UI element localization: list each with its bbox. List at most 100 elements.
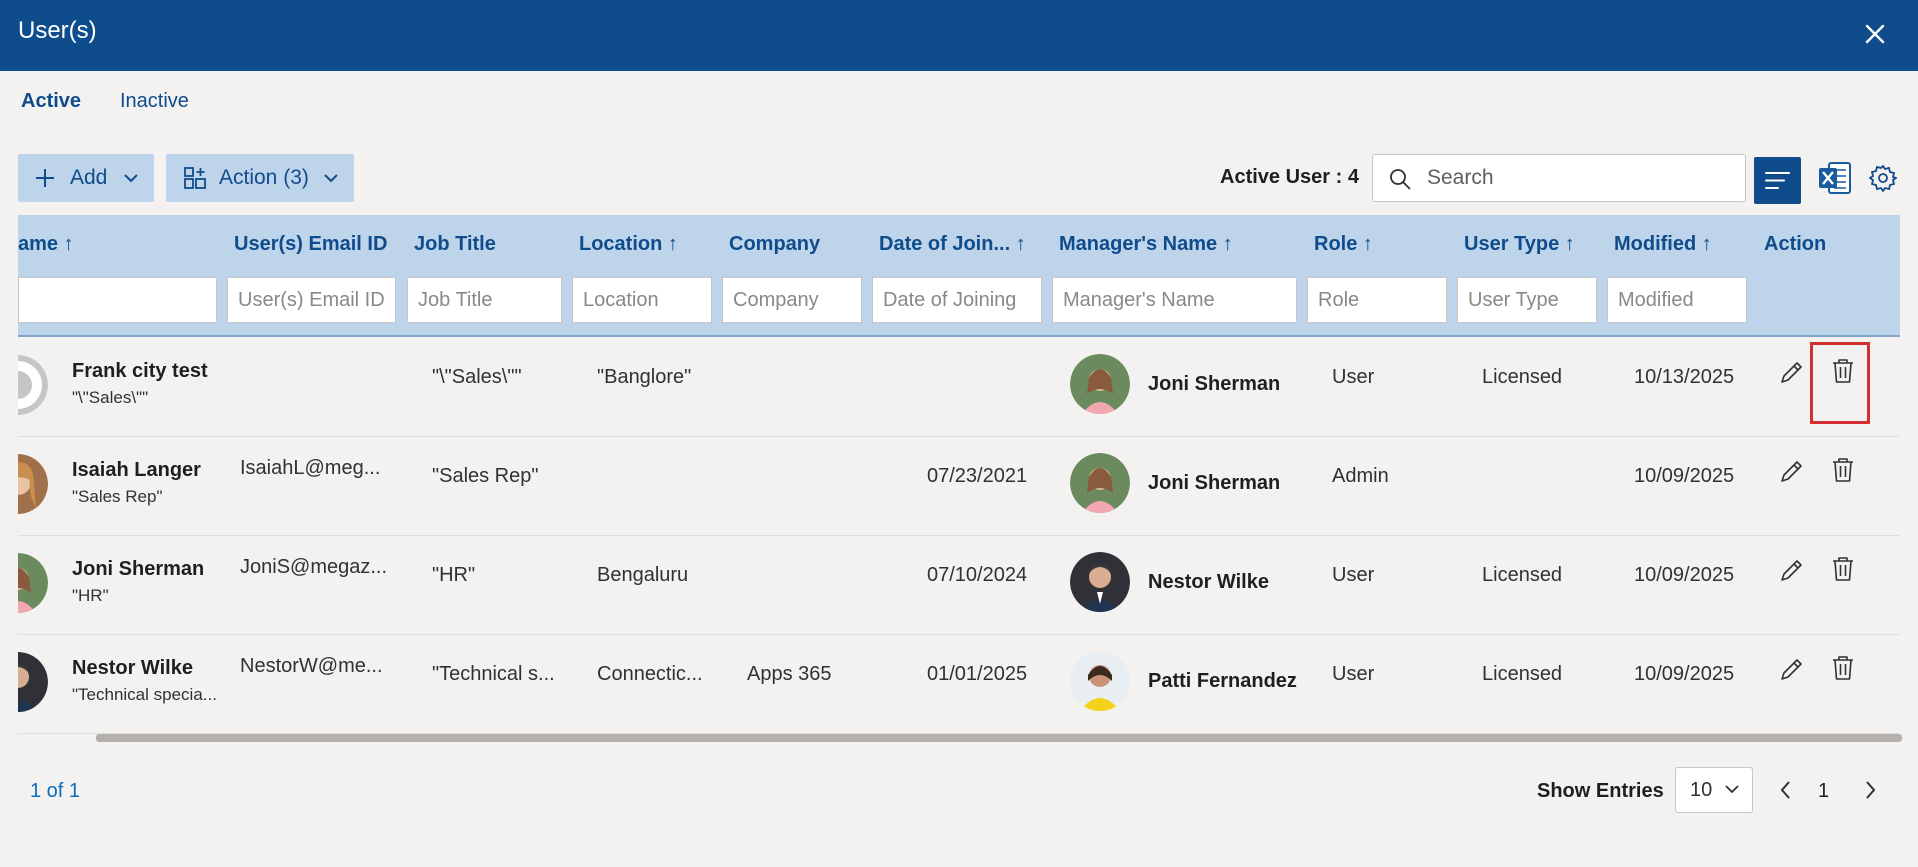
user-location: "Banglore" — [597, 366, 692, 388]
table-row[interactable]: Joni Sherman "HR" JoniS@megaz... "HR" Be… — [18, 536, 1900, 635]
page-info: 1 of 1 — [30, 780, 81, 802]
users-grid-body: Frank city test "\"Sales\"" "\"Sales\"" … — [18, 338, 1900, 734]
user-role: User — [1332, 663, 1375, 685]
user-name: Isaiah Langer — [72, 459, 201, 481]
user-date-of-joining: 01/01/2025 — [927, 663, 1028, 685]
user-company: Apps 365 — [747, 663, 832, 685]
filter-name[interactable] — [18, 277, 217, 323]
manager-avatar — [1070, 354, 1130, 414]
filter-job-title[interactable] — [407, 277, 562, 323]
current-page-number[interactable]: 1 — [1818, 780, 1829, 803]
search-box — [1372, 154, 1746, 202]
column-header-role[interactable]: Role ↑ — [1314, 233, 1373, 256]
table-row[interactable]: Nestor Wilke "Technical specia... Nestor… — [18, 635, 1900, 734]
add-button-label: Add — [70, 166, 108, 189]
settings-gear-icon[interactable] — [1869, 164, 1897, 192]
grid-add-icon — [184, 167, 206, 189]
column-header-manager[interactable]: Manager's Name ↑ — [1059, 233, 1233, 256]
column-header-name[interactable]: ame ↑ — [18, 233, 74, 256]
filter-manager[interactable] — [1052, 277, 1297, 323]
tab-active[interactable]: Active — [21, 90, 81, 113]
show-entries-label: Show Entries — [1537, 780, 1664, 802]
grid-header: ame ↑ User(s) Email ID Job Title Locatio… — [18, 215, 1900, 337]
edit-pencil-icon[interactable] — [1776, 556, 1806, 586]
user-name: Joni Sherman — [72, 558, 205, 580]
edit-pencil-icon[interactable] — [1776, 358, 1806, 388]
entries-per-page-select[interactable]: 10 — [1675, 767, 1753, 813]
filter-company[interactable] — [722, 277, 862, 323]
column-header-job-title[interactable]: Job Title — [414, 233, 496, 256]
user-avatar — [18, 553, 48, 613]
user-job-title: "HR" — [432, 564, 476, 586]
close-icon[interactable] — [1860, 19, 1890, 49]
user-name: Nestor Wilke — [72, 657, 193, 679]
user-date-of-joining: 07/23/2021 — [927, 465, 1028, 487]
user-job-title: "Sales Rep" — [432, 465, 539, 487]
horizontal-scrollbar[interactable] — [96, 734, 1902, 742]
title-bar: User(s) — [0, 0, 1918, 71]
user-email: JoniS@megaz... — [240, 556, 388, 578]
table-row[interactable]: Frank city test "\"Sales\"" "\"Sales\"" … — [18, 338, 1900, 437]
tab-inactive[interactable]: Inactive — [120, 90, 189, 113]
manager-avatar — [1070, 552, 1130, 612]
filter-date-of-joining[interactable] — [872, 277, 1042, 323]
plus-icon — [36, 169, 54, 187]
user-subtitle: "Sales Rep" — [72, 487, 163, 506]
column-header-company[interactable]: Company — [729, 233, 820, 256]
user-type: Licensed — [1482, 564, 1563, 586]
user-type: Licensed — [1482, 366, 1563, 388]
chevron-down-icon — [1725, 785, 1739, 794]
add-button[interactable]: Add — [18, 154, 154, 202]
search-icon — [1390, 169, 1411, 190]
manager-avatar — [1070, 453, 1130, 513]
delete-trash-icon[interactable] — [1828, 554, 1858, 584]
delete-trash-icon[interactable] — [1828, 653, 1858, 683]
modified-date: 10/09/2025 — [1634, 564, 1735, 586]
filter-location[interactable] — [572, 277, 712, 323]
manager-name: Patti Fernandez — [1148, 670, 1297, 692]
filter-role[interactable] — [1307, 277, 1447, 323]
manager-avatar — [1070, 651, 1130, 711]
column-header-location[interactable]: Location ↑ — [579, 233, 678, 256]
user-location: Bengaluru — [597, 564, 689, 586]
search-input[interactable] — [1425, 163, 1725, 193]
entries-value: 10 — [1690, 779, 1713, 801]
filter-user-type[interactable] — [1457, 277, 1597, 323]
chevron-down-icon — [324, 174, 338, 183]
user-type: Licensed — [1482, 663, 1563, 685]
column-header-date-of-joining[interactable]: Date of Join... ↑ — [879, 233, 1026, 256]
user-subtitle: "\"Sales\"" — [72, 388, 149, 407]
column-header-email[interactable]: User(s) Email ID — [234, 233, 387, 256]
delete-trash-icon[interactable] — [1828, 455, 1858, 485]
dialog-title: User(s) — [18, 17, 97, 44]
view-options-button[interactable] — [1754, 157, 1801, 204]
edit-pencil-icon[interactable] — [1776, 655, 1806, 685]
filter-modified[interactable] — [1607, 277, 1747, 323]
manager-name: Joni Sherman — [1148, 373, 1281, 395]
user-avatar — [18, 652, 48, 712]
user-name: Frank city test — [72, 360, 208, 382]
filter-email[interactable] — [227, 277, 396, 323]
user-avatar — [18, 355, 48, 415]
next-page-icon[interactable] — [1858, 777, 1882, 803]
user-role: Admin — [1332, 465, 1389, 487]
table-row[interactable]: Isaiah Langer "Sales Rep" IsaiahL@meg...… — [18, 437, 1900, 536]
active-user-count: Active User : 4 — [1220, 166, 1359, 188]
manager-name: Nestor Wilke — [1148, 571, 1269, 593]
edit-pencil-icon[interactable] — [1776, 457, 1806, 487]
header-divider — [18, 335, 1900, 337]
column-header-modified[interactable]: Modified ↑ — [1614, 233, 1712, 256]
user-subtitle: "HR" — [72, 586, 109, 605]
user-date-of-joining: 07/10/2024 — [927, 564, 1028, 586]
user-avatar — [18, 454, 48, 514]
chevron-down-icon — [124, 174, 139, 183]
column-header-user-type[interactable]: User Type ↑ — [1464, 233, 1575, 256]
delete-highlight-box — [1810, 342, 1870, 424]
previous-page-icon[interactable] — [1774, 777, 1798, 803]
excel-export-icon[interactable] — [1818, 160, 1852, 196]
user-subtitle: "Technical specia... — [72, 685, 217, 704]
modified-date: 10/13/2025 — [1634, 366, 1735, 388]
action-button[interactable]: Action (3) — [166, 154, 354, 202]
column-header-action: Action — [1764, 233, 1827, 255]
modified-date: 10/09/2025 — [1634, 663, 1735, 685]
